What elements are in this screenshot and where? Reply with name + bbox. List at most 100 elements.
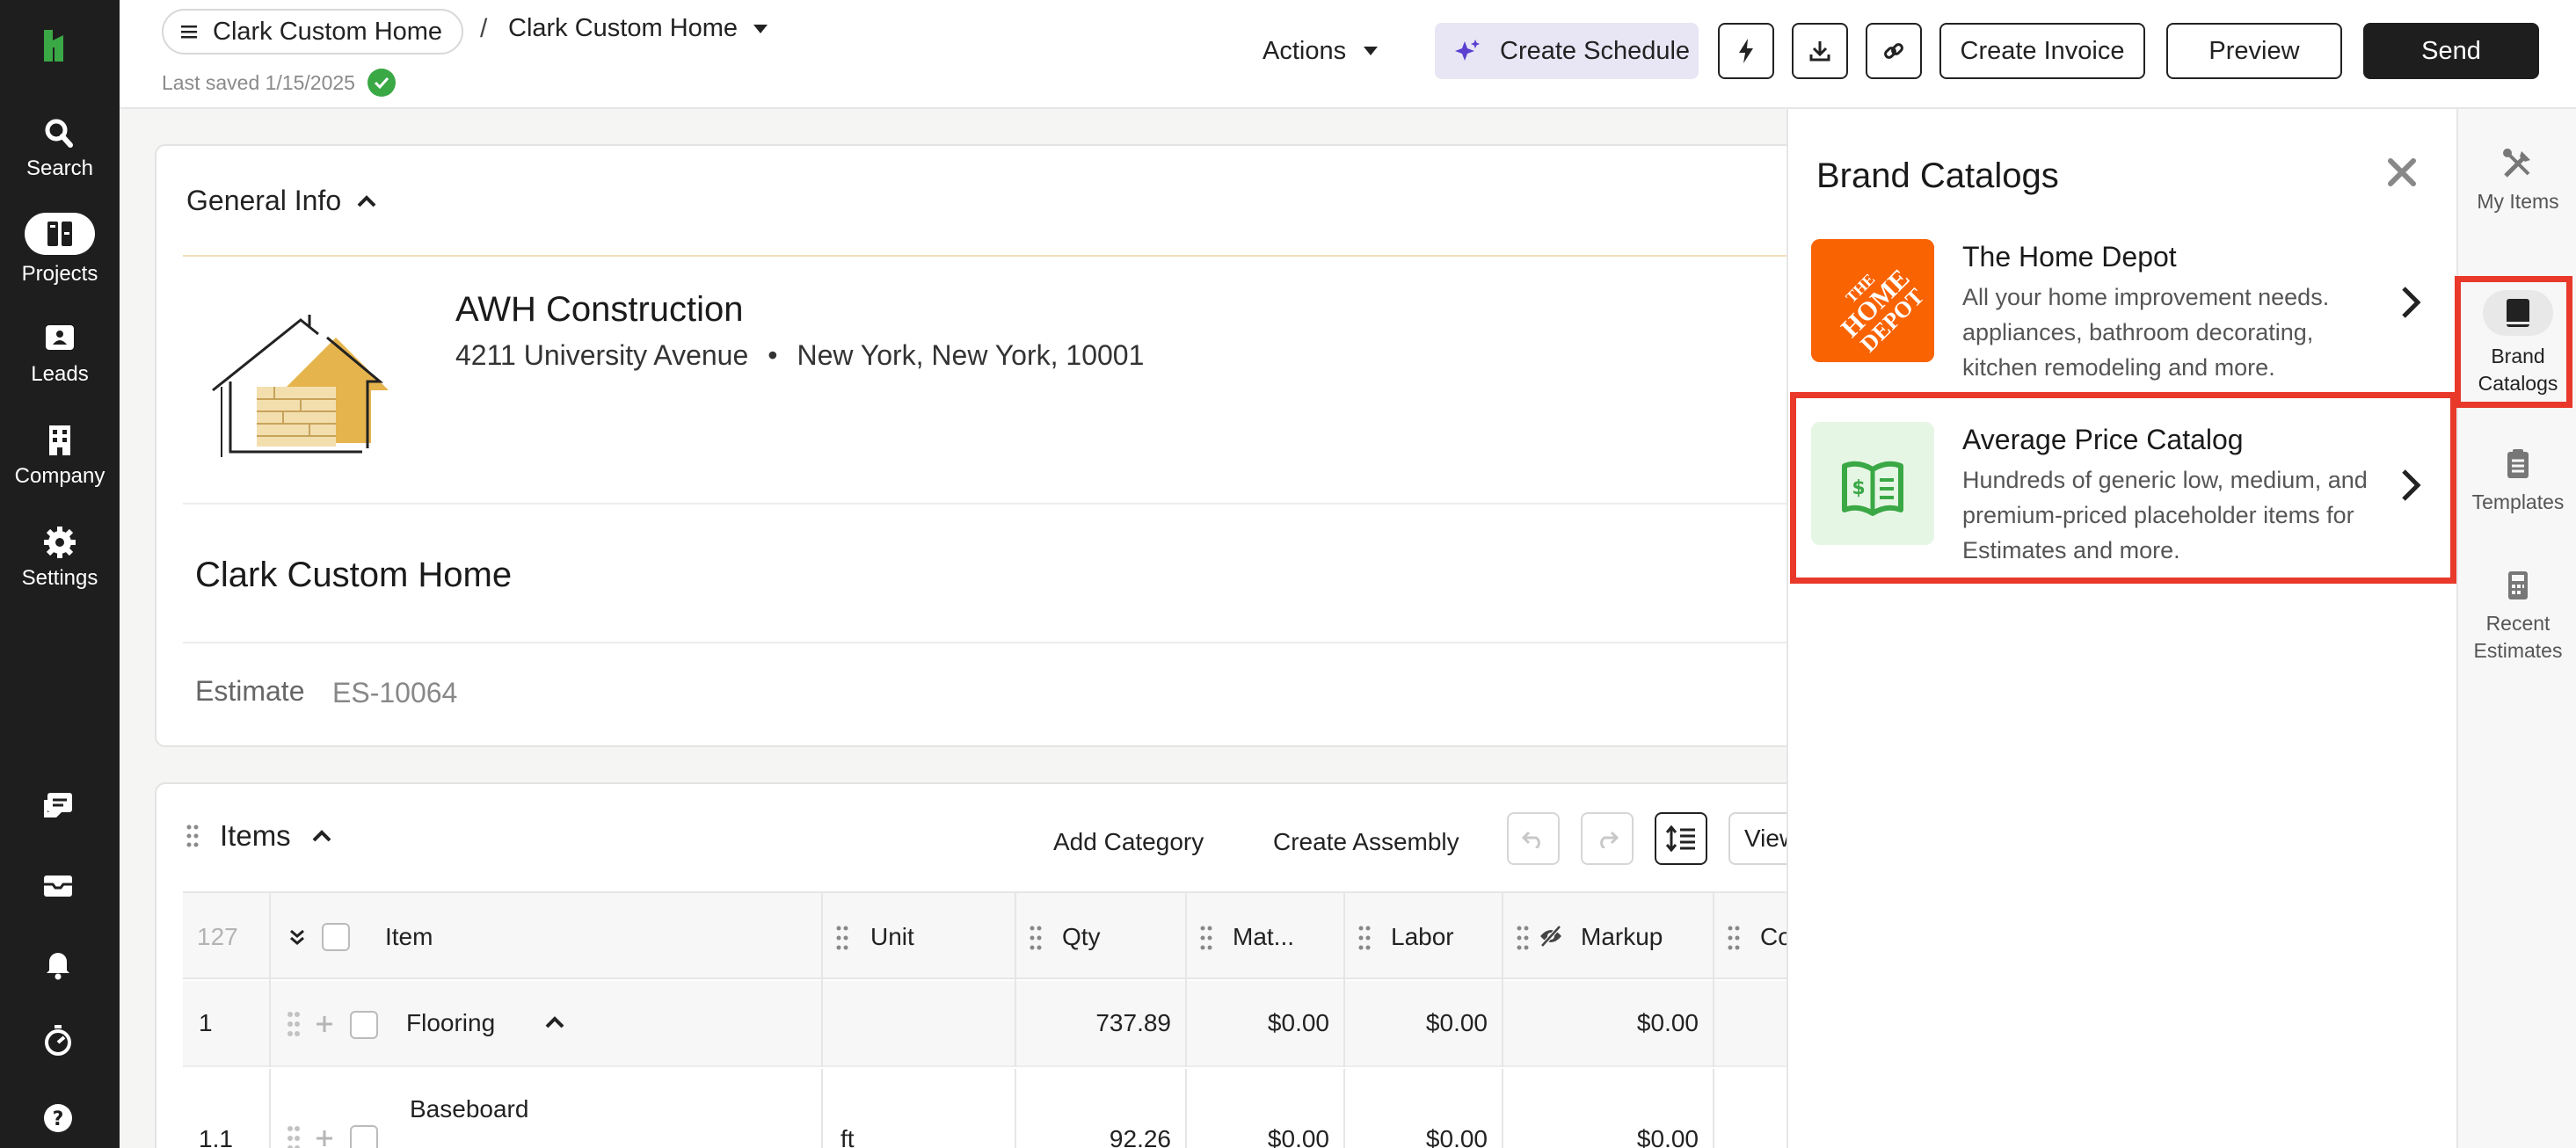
send-button[interactable]: Send (2363, 23, 2539, 79)
close-icon[interactable] (2386, 156, 2418, 188)
row-checkbox[interactable] (350, 1125, 378, 1148)
nav-item-projects[interactable]: Projects (0, 213, 120, 287)
section-divider (183, 503, 1823, 505)
column-header-materials[interactable]: Mat... (1233, 893, 1294, 981)
section-divider (183, 255, 1823, 257)
row-markup[interactable]: $0.00 (1502, 1009, 1699, 1037)
copy-link-button[interactable] (1866, 23, 1922, 79)
column-divider (269, 893, 271, 981)
column-divider (1015, 893, 1016, 981)
send-label: Send (2421, 36, 2481, 65)
row-markup[interactable]: $0.00 (1502, 1125, 1699, 1148)
drag-handle-icon[interactable] (287, 1125, 301, 1148)
projects-icon (25, 213, 95, 255)
add-category-button[interactable]: Add Category (1053, 828, 1204, 856)
drag-handle-icon[interactable] (1516, 925, 1530, 951)
create-assembly-button[interactable]: Create Assembly (1273, 828, 1459, 856)
column-divider (269, 981, 271, 1067)
row-item-name[interactable]: Baseboard (410, 1095, 528, 1123)
bell-icon[interactable] (39, 944, 77, 983)
undo-button[interactable] (1507, 812, 1560, 865)
column-divider (821, 1069, 823, 1148)
row-qty[interactable]: 737.89 (1015, 1009, 1171, 1037)
rail-item-templates[interactable]: Templates (2458, 447, 2576, 516)
table-row[interactable]: 1.1 Baseboard ft 92.26 $0.00 $0.00 $0.00 (183, 1069, 1853, 1148)
estimate-label: Estimate (195, 675, 305, 707)
column-header-markup[interactable]: Markup (1581, 893, 1663, 981)
row-number: 1.1 (199, 1125, 233, 1148)
menu-icon (181, 25, 197, 39)
nav-label: Settings (21, 566, 98, 590)
row-item-name[interactable]: Flooring (406, 1009, 495, 1037)
project-breadcrumb[interactable]: Clark Custom Home (162, 9, 464, 54)
nav-item-company[interactable]: Company (0, 424, 120, 489)
logo-icon[interactable] (39, 26, 77, 65)
redo-icon (1600, 831, 1619, 848)
column-header-labor[interactable]: Labor (1391, 893, 1454, 981)
download-button[interactable] (1792, 23, 1848, 79)
redo-button[interactable] (1581, 812, 1634, 865)
drag-handle-icon[interactable] (1727, 925, 1741, 951)
row-number: 1 (199, 1009, 213, 1036)
row-labor[interactable]: $0.00 (1343, 1125, 1488, 1148)
document-breadcrumb[interactable]: Clark Custom Home (508, 14, 768, 43)
add-icon[interactable] (315, 1014, 334, 1034)
section-divider (183, 642, 1823, 643)
drag-handle-icon[interactable] (287, 1011, 301, 1037)
nav-item-leads[interactable]: Leads (0, 322, 120, 387)
add-icon[interactable] (315, 1129, 334, 1148)
estimate-number[interactable]: ES-10064 (332, 677, 457, 709)
inbox-icon[interactable] (39, 867, 77, 905)
select-all-checkbox[interactable] (322, 923, 350, 951)
nav-item-settings[interactable]: Settings (0, 526, 120, 591)
general-info-title: General Info (186, 185, 342, 216)
drag-handle-icon[interactable] (1029, 925, 1043, 951)
brand-catalogs-panel: Brand Catalogs THE HOME DEPOT The Home D… (1786, 109, 2456, 1148)
row-unit[interactable]: ft (840, 1125, 855, 1148)
line-spacing-button[interactable] (1655, 812, 1707, 865)
rail-item-label: Templates (2471, 490, 2565, 513)
create-invoice-button[interactable]: Create Invoice (1939, 23, 2145, 79)
column-header-qty[interactable]: Qty (1062, 893, 1101, 981)
table-row[interactable]: 1 Flooring 737.89 $0.00 $0.00 $0.00 (183, 981, 1853, 1067)
preview-label: Preview (2209, 36, 2300, 65)
nav-label: Leads (31, 362, 89, 386)
drag-handle-icon[interactable] (1357, 925, 1372, 951)
drag-handle-icon[interactable] (1199, 925, 1213, 951)
row-labor[interactable]: $0.00 (1343, 1009, 1488, 1037)
row-checkbox[interactable] (350, 1011, 378, 1039)
eye-off-icon[interactable] (1539, 925, 1563, 948)
preview-button[interactable]: Preview (2166, 23, 2342, 79)
rail-item-recent-estimates[interactable]: Recent Estimates (2458, 568, 2576, 665)
last-saved-status: Last saved 1/15/2025 (162, 69, 396, 97)
automation-button[interactable] (1718, 23, 1774, 79)
catalog-description: All your home improvement needs. applian… (1962, 284, 2330, 381)
create-schedule-button[interactable]: Create Schedule (1435, 23, 1699, 79)
column-header-item[interactable]: Item (385, 893, 433, 981)
nav-item-search[interactable]: Search (0, 116, 120, 181)
left-navigation: Search Projects Leads Company Settings ? (0, 0, 120, 1148)
chevron-up-icon[interactable] (545, 1016, 564, 1028)
timer-icon[interactable] (39, 1021, 77, 1060)
drag-handle-icon[interactable] (835, 925, 849, 951)
general-info-card: General Info AWH Construction 4211 Unive… (155, 144, 1825, 747)
project-breadcrumb-label: Clark Custom Home (213, 17, 443, 46)
nav-label: Company (14, 464, 106, 488)
general-info-toggle[interactable]: General Info (186, 185, 376, 217)
row-materials[interactable]: $0.00 (1185, 1125, 1329, 1148)
collapse-all-icon[interactable] (288, 928, 306, 946)
column-divider (821, 893, 823, 981)
rail-item-my-items[interactable]: My Items (2458, 146, 2576, 215)
rail-item-label: My Items (2477, 190, 2559, 213)
items-title: Items (220, 819, 291, 852)
catalog-home-depot[interactable]: THE HOME DEPOT The Home Depot All your h… (1788, 222, 2458, 408)
column-header-unit[interactable]: Unit (870, 893, 914, 981)
actions-dropdown[interactable]: Actions (1263, 23, 1379, 79)
chat-icon[interactable] (39, 788, 77, 826)
nav-label: Projects (21, 262, 98, 286)
top-header: Clark Custom Home / Clark Custom Home La… (120, 0, 2576, 109)
help-icon[interactable]: ? (39, 1099, 77, 1137)
row-materials[interactable]: $0.00 (1185, 1009, 1329, 1037)
items-toggle[interactable]: Items (186, 819, 331, 853)
row-qty[interactable]: 92.26 (1015, 1125, 1171, 1148)
